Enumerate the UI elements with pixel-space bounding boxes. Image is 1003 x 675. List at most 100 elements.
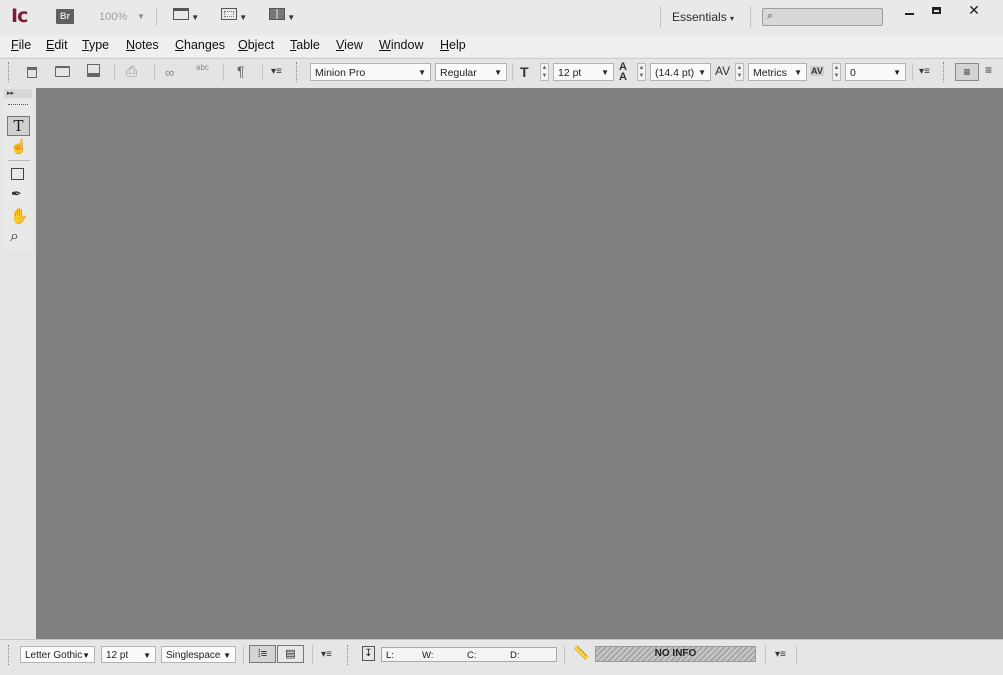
menu-notes[interactable]: Notes [126, 38, 159, 52]
menu-window[interactable]: Window [379, 38, 423, 52]
separator [796, 645, 797, 664]
kerning-stepper[interactable]: ▲ ▼ [735, 63, 744, 81]
magnifier-icon: ⌕ [10, 228, 19, 245]
separator [114, 63, 115, 81]
menu-edit[interactable]: Edit [46, 38, 68, 52]
character-menu-button[interactable]: ▾≡ [919, 66, 930, 77]
panel-menu-icon: ▾≡ [775, 649, 786, 660]
status-grip[interactable] [347, 645, 350, 665]
workspace-switcher[interactable]: Essentials ▾ [672, 10, 734, 24]
search-input[interactable]: ⌕ [762, 8, 883, 26]
chevron-down-icon: ▼ [794, 68, 802, 77]
tracking-field[interactable]: 0 ▼ [845, 63, 906, 81]
panel-menu-icon: ▾≡ [271, 66, 282, 77]
align-center-button[interactable]: ≡ [985, 63, 992, 77]
kerning-field[interactable]: Metrics ▼ [748, 63, 807, 81]
menu-help[interactable]: Help [440, 38, 466, 52]
document-canvas[interactable] [36, 88, 1003, 639]
zoom-tool-button[interactable]: ⌕ [10, 228, 19, 246]
galley-size-select[interactable]: 12 pt ▼ [101, 646, 156, 663]
zoom-level[interactable]: 100% [99, 11, 127, 23]
type-tool-button[interactable]: T [7, 116, 30, 136]
note-tool-button[interactable] [11, 168, 24, 180]
font-size-field[interactable]: 12 pt ▼ [553, 63, 614, 81]
galley-font-select[interactable]: Letter Gothic ▼ [20, 646, 95, 663]
new-document-button[interactable] [27, 65, 37, 81]
chevron-down-icon: ▼ [223, 651, 231, 660]
arrange-documents-button[interactable]: ▼ [269, 8, 295, 23]
leading-field[interactable]: (14.4 pt) ▼ [650, 63, 711, 81]
save-icon [87, 64, 100, 77]
view-options-button[interactable]: ▼ [173, 8, 199, 23]
line-spacing-select[interactable]: Singlespace ▼ [161, 646, 236, 663]
chevron-down-icon: ▼ [82, 651, 90, 660]
position-tool-button[interactable]: ☝ [10, 138, 27, 155]
close-icon: ✕ [968, 2, 980, 18]
arrange-documents-icon [269, 8, 285, 20]
menu-changes[interactable]: Changes [175, 38, 225, 52]
minimize-button[interactable] [897, 2, 921, 18]
zoom-dropdown-icon[interactable]: ▼ [137, 12, 145, 21]
view-options-icon [173, 8, 189, 20]
chevron-down-icon: ▼ [698, 68, 706, 77]
separator [660, 6, 661, 28]
copyfit-info-button[interactable]: ↧ [362, 646, 375, 661]
align-left-button[interactable]: ≡ [955, 63, 979, 81]
hand-tool-button[interactable]: ✋ [10, 207, 29, 225]
screen-mode-button[interactable]: ▼ [221, 8, 247, 23]
toolbar-menu-button[interactable]: ▾≡ [271, 66, 282, 77]
find-button[interactable]: ∞ [165, 64, 174, 80]
folder-icon [55, 66, 70, 77]
separator [154, 63, 155, 81]
menu-file[interactable]: File [11, 38, 31, 52]
copyfit-menu-button[interactable]: ▾≡ [775, 649, 786, 660]
separator [765, 645, 766, 664]
save-button[interactable] [87, 64, 100, 80]
menu-object[interactable]: Object [238, 38, 274, 52]
separator [262, 63, 263, 81]
menu-type[interactable]: Type [82, 38, 109, 52]
font-size-stepper[interactable]: ▲ ▼ [540, 63, 549, 81]
double-chevron-right-icon: ▸▸ [7, 90, 15, 97]
toolbar-grip[interactable] [296, 62, 299, 82]
separator [243, 645, 244, 664]
panel-menu-icon: ▾≡ [919, 66, 930, 77]
leading-stepper[interactable]: ▲ ▼ [637, 63, 646, 81]
leading-icon: AA [619, 61, 627, 83]
menu-table[interactable]: Table [290, 38, 320, 52]
maximize-button[interactable] [924, 2, 948, 18]
status-grip[interactable] [8, 645, 11, 665]
show-hidden-characters-button[interactable]: ¶ [237, 63, 245, 79]
toolbar-grip[interactable] [8, 62, 11, 82]
separator [512, 63, 513, 81]
spell-check-icon: abc [196, 63, 209, 72]
tools-grip[interactable] [8, 104, 28, 106]
line-numbers-icon: ⁞≡ [257, 648, 268, 660]
align-center-icon: ≡ [985, 63, 993, 77]
status-menu-button[interactable]: ▾≡ [321, 649, 332, 660]
words-label: W: [422, 650, 434, 661]
line-numbers-button[interactable]: ⁞≡ [249, 645, 276, 663]
close-button[interactable]: ✕ [952, 2, 996, 18]
chevron-down-icon: ▼ [893, 68, 901, 77]
open-button[interactable] [55, 64, 70, 80]
tracking-stepper[interactable]: ▲ ▼ [832, 63, 841, 81]
spell-check-button[interactable]: abc [196, 63, 209, 72]
depth-label: D: [510, 650, 520, 661]
bridge-button[interactable]: Br [56, 9, 74, 24]
style-column-button[interactable]: ▤ [277, 645, 304, 663]
workspace-label: Essentials [672, 10, 727, 24]
print-icon: ⎙ [126, 63, 138, 79]
collapse-panel-button[interactable]: ▸▸ [4, 89, 32, 98]
eyedropper-tool-button[interactable]: ✒ [11, 186, 22, 202]
screen-mode-icon [221, 8, 237, 20]
copyfit-icon: ↧ [364, 648, 373, 659]
ruler-button[interactable]: 📏 [573, 645, 589, 661]
menu-view[interactable]: View [336, 38, 363, 52]
print-button[interactable]: ⎙ [126, 63, 137, 80]
font-style-select[interactable]: Regular ▼ [435, 63, 507, 81]
font-family-select[interactable]: Minion Pro ▼ [310, 63, 431, 81]
toolbar-grip[interactable] [943, 62, 946, 82]
separator [156, 8, 157, 26]
chevron-down-icon: ▼ [601, 68, 609, 77]
